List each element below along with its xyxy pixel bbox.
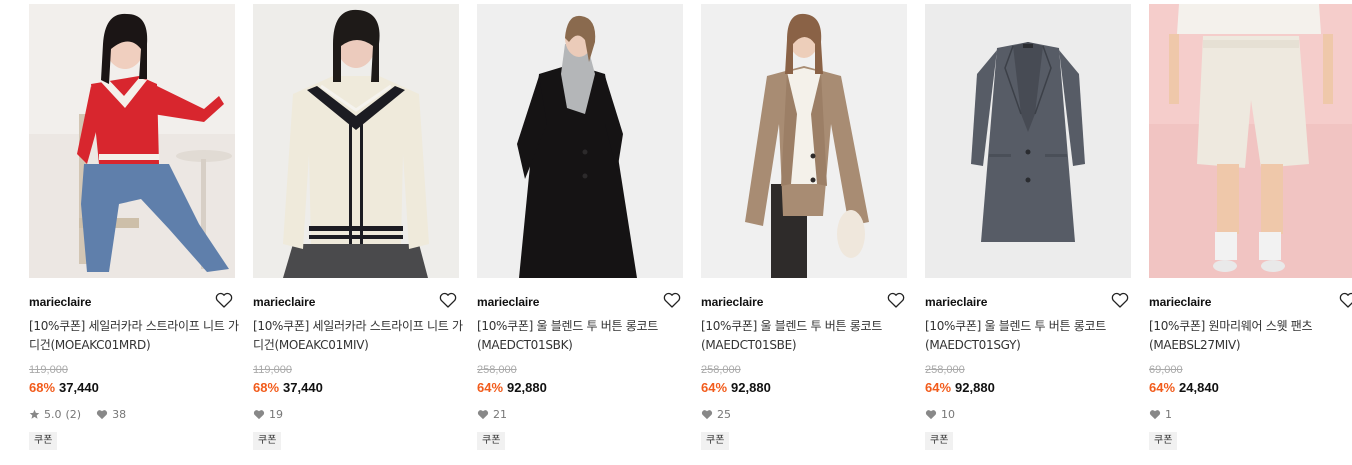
- sale-price: 37,440: [283, 380, 323, 395]
- likes-heart-icon: [701, 409, 713, 420]
- discount-rate: 64%: [701, 380, 728, 395]
- wishlist-heart-icon[interactable]: [215, 292, 233, 308]
- rating-value: 5.0: [44, 408, 62, 421]
- discount-rate: 64%: [925, 380, 952, 395]
- product-name[interactable]: [10%쿠폰] 세일러카라 스트라이프 니트 가디건(MOEAKC01MRD): [29, 317, 239, 355]
- likes-count: 10: [941, 408, 955, 421]
- sale-price-row: 64% 92,880: [477, 380, 547, 395]
- product-image[interactable]: [701, 4, 907, 278]
- original-price: 119,000: [253, 364, 292, 376]
- product-card[interactable]: marieclaire [10%쿠폰] 울 블렌드 투 버튼 롱코트(MAEDC…: [477, 4, 683, 465]
- review-count: (2): [65, 408, 82, 421]
- wishlist-heart-icon[interactable]: [439, 292, 457, 308]
- coupon-badge: 쿠폰: [925, 432, 954, 450]
- coupon-badge: 쿠폰: [1149, 432, 1178, 450]
- brand-name[interactable]: marieclaire: [701, 295, 763, 309]
- discount-rate: 64%: [477, 380, 504, 395]
- product-card[interactable]: marieclaire [10%쿠폰] 울 블렌드 투 버튼 롱코트(MAEDC…: [701, 4, 907, 465]
- coupon-badge: 쿠폰: [701, 432, 730, 450]
- product-card[interactable]: marieclaire [10%쿠폰] 세일러카라 스트라이프 니트 가디건(M…: [29, 4, 239, 465]
- wishlist-heart-icon[interactable]: [663, 292, 681, 308]
- discount-rate: 64%: [1149, 380, 1176, 395]
- wishlist-heart-icon[interactable]: [1111, 292, 1129, 308]
- product-card[interactable]: marieclaire [10%쿠폰] 세일러카라 스트라이프 니트 가디건(M…: [253, 4, 463, 465]
- product-name[interactable]: [10%쿠폰] 세일러카라 스트라이프 니트 가디건(MOEAKC01MIV): [253, 317, 463, 355]
- brand-name[interactable]: marieclaire: [925, 295, 987, 309]
- product-stats: 21: [477, 408, 507, 421]
- likes-heart-icon: [253, 409, 265, 420]
- product-name[interactable]: [10%쿠폰] 울 블렌드 투 버튼 롱코트(MAEDCT01SBK): [477, 317, 687, 355]
- sale-price-row: 68% 37,440: [253, 380, 323, 395]
- product-image[interactable]: [253, 4, 459, 278]
- likes-count: 1: [1165, 408, 1172, 421]
- product-name[interactable]: [10%쿠폰] 원마리웨어 스웻 팬츠(MAEBSL27MIV): [1149, 317, 1352, 355]
- brand-name[interactable]: marieclaire: [29, 295, 91, 309]
- product-image[interactable]: [477, 4, 683, 278]
- likes-count: 21: [493, 408, 507, 421]
- coupon-badge: 쿠폰: [253, 432, 282, 450]
- likes-count: 25: [717, 408, 731, 421]
- likes-heart-icon: [1149, 409, 1161, 420]
- sale-price: 92,880: [731, 380, 771, 395]
- original-price: 119,000: [29, 364, 68, 376]
- original-price: 258,000: [925, 364, 965, 376]
- product-stats: 5.0 (2) 38: [29, 408, 126, 421]
- product-stats: 1: [1149, 408, 1172, 421]
- likes-count: 38: [112, 408, 127, 421]
- product-card[interactable]: marieclaire [10%쿠폰] 원마리웨어 스웻 팬츠(MAEBSL27…: [1149, 4, 1352, 465]
- brand-name[interactable]: marieclaire: [477, 295, 539, 309]
- brand-name[interactable]: marieclaire: [253, 295, 315, 309]
- sale-price: 92,880: [507, 380, 547, 395]
- sale-price-row: 64% 92,880: [925, 380, 995, 395]
- likes-count: 19: [269, 408, 283, 421]
- star-icon: [29, 409, 40, 420]
- wishlist-heart-icon[interactable]: [887, 292, 905, 308]
- product-grid: marieclaire [10%쿠폰] 세일러카라 스트라이프 니트 가디건(M…: [29, 4, 1352, 465]
- sale-price: 92,880: [955, 380, 995, 395]
- product-stats: 19: [253, 408, 283, 421]
- original-price: 258,000: [701, 364, 741, 376]
- coupon-badge: 쿠폰: [477, 432, 506, 450]
- coupon-badge: 쿠폰: [29, 432, 58, 450]
- product-stats: 25: [701, 408, 731, 421]
- likes-heart-icon: [477, 409, 489, 420]
- likes-heart-icon: [96, 409, 108, 420]
- original-price: 258,000: [477, 364, 517, 376]
- discount-rate: 68%: [253, 380, 280, 395]
- sale-price-row: 64% 92,880: [701, 380, 771, 395]
- sale-price: 24,840: [1179, 380, 1219, 395]
- product-image[interactable]: [1149, 4, 1352, 278]
- discount-rate: 68%: [29, 380, 56, 395]
- product-card[interactable]: marieclaire [10%쿠폰] 울 블렌드 투 버튼 롱코트(MAEDC…: [925, 4, 1131, 465]
- likes-heart-icon: [925, 409, 937, 420]
- original-price: 69,000: [1149, 364, 1183, 376]
- sale-price: 37,440: [59, 380, 99, 395]
- sale-price-row: 68% 37,440: [29, 380, 99, 395]
- product-name[interactable]: [10%쿠폰] 울 블렌드 투 버튼 롱코트(MAEDCT01SGY): [925, 317, 1135, 355]
- product-image[interactable]: [925, 4, 1131, 278]
- product-stats: 10: [925, 408, 955, 421]
- sale-price-row: 64% 24,840: [1149, 380, 1219, 395]
- product-image[interactable]: [29, 4, 235, 278]
- brand-name[interactable]: marieclaire: [1149, 295, 1211, 309]
- wishlist-heart-icon[interactable]: [1339, 292, 1352, 308]
- product-name[interactable]: [10%쿠폰] 울 블렌드 투 버튼 롱코트(MAEDCT01SBE): [701, 317, 911, 355]
